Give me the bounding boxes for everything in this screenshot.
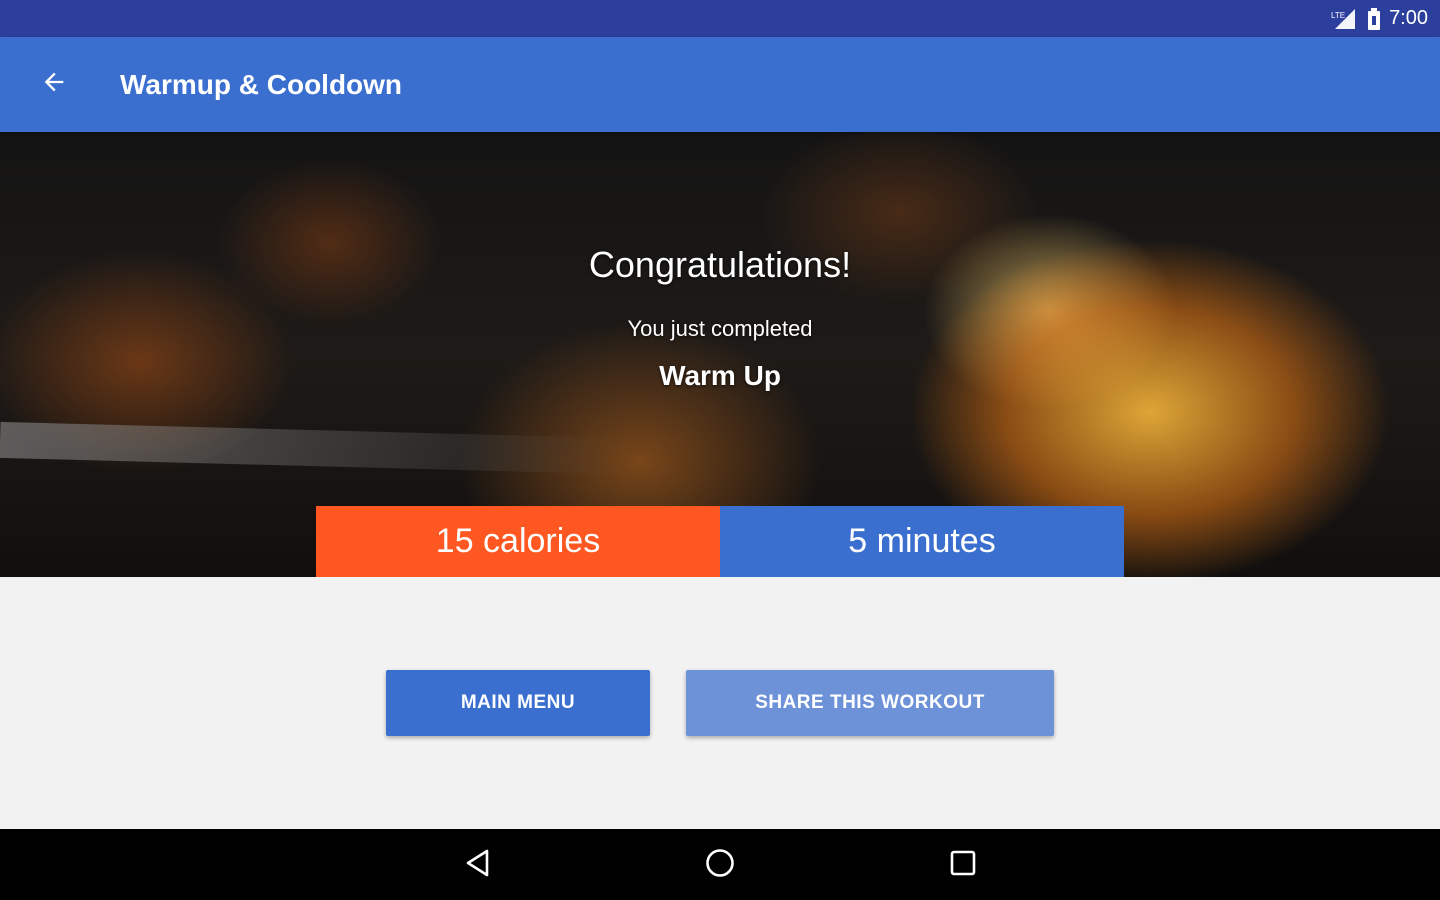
battery-icon [1367, 7, 1381, 30]
nav-home-icon [704, 847, 736, 884]
status-bar: LTE 7:00 [0, 0, 1440, 37]
nav-back-button[interactable] [456, 843, 500, 887]
svg-text:LTE: LTE [1331, 11, 1345, 20]
page-title: Warmup & Cooldown [120, 68, 403, 100]
workout-name: Warm Up [659, 360, 781, 391]
nav-home-button[interactable] [698, 843, 742, 887]
hero-banner: Congratulations! You just completed Warm… [0, 132, 1440, 577]
arrow-back-icon [40, 68, 68, 101]
back-button[interactable] [26, 57, 82, 113]
calories-tile: 15 calories [316, 506, 720, 577]
nav-back-icon [463, 848, 493, 883]
nav-recents-icon [949, 849, 977, 882]
share-workout-button[interactable]: SHARE THIS WORKOUT [686, 670, 1054, 736]
signal-icon: LTE [1331, 8, 1357, 29]
system-nav-bar [0, 829, 1440, 900]
minutes-value: 5 minutes [848, 522, 996, 560]
calories-value: 15 calories [435, 522, 601, 560]
nav-recents-button[interactable] [941, 843, 985, 887]
main-menu-button[interactable]: MAIN MENU [386, 670, 650, 736]
status-time: 7:00 [1389, 7, 1428, 29]
background-streak [0, 421, 621, 475]
completed-subtitle: You just completed [627, 316, 813, 341]
minutes-tile: 5 minutes [720, 506, 1124, 577]
congrats-heading: Congratulations! [588, 244, 852, 285]
app-bar: Warmup & Cooldown [0, 37, 1440, 132]
